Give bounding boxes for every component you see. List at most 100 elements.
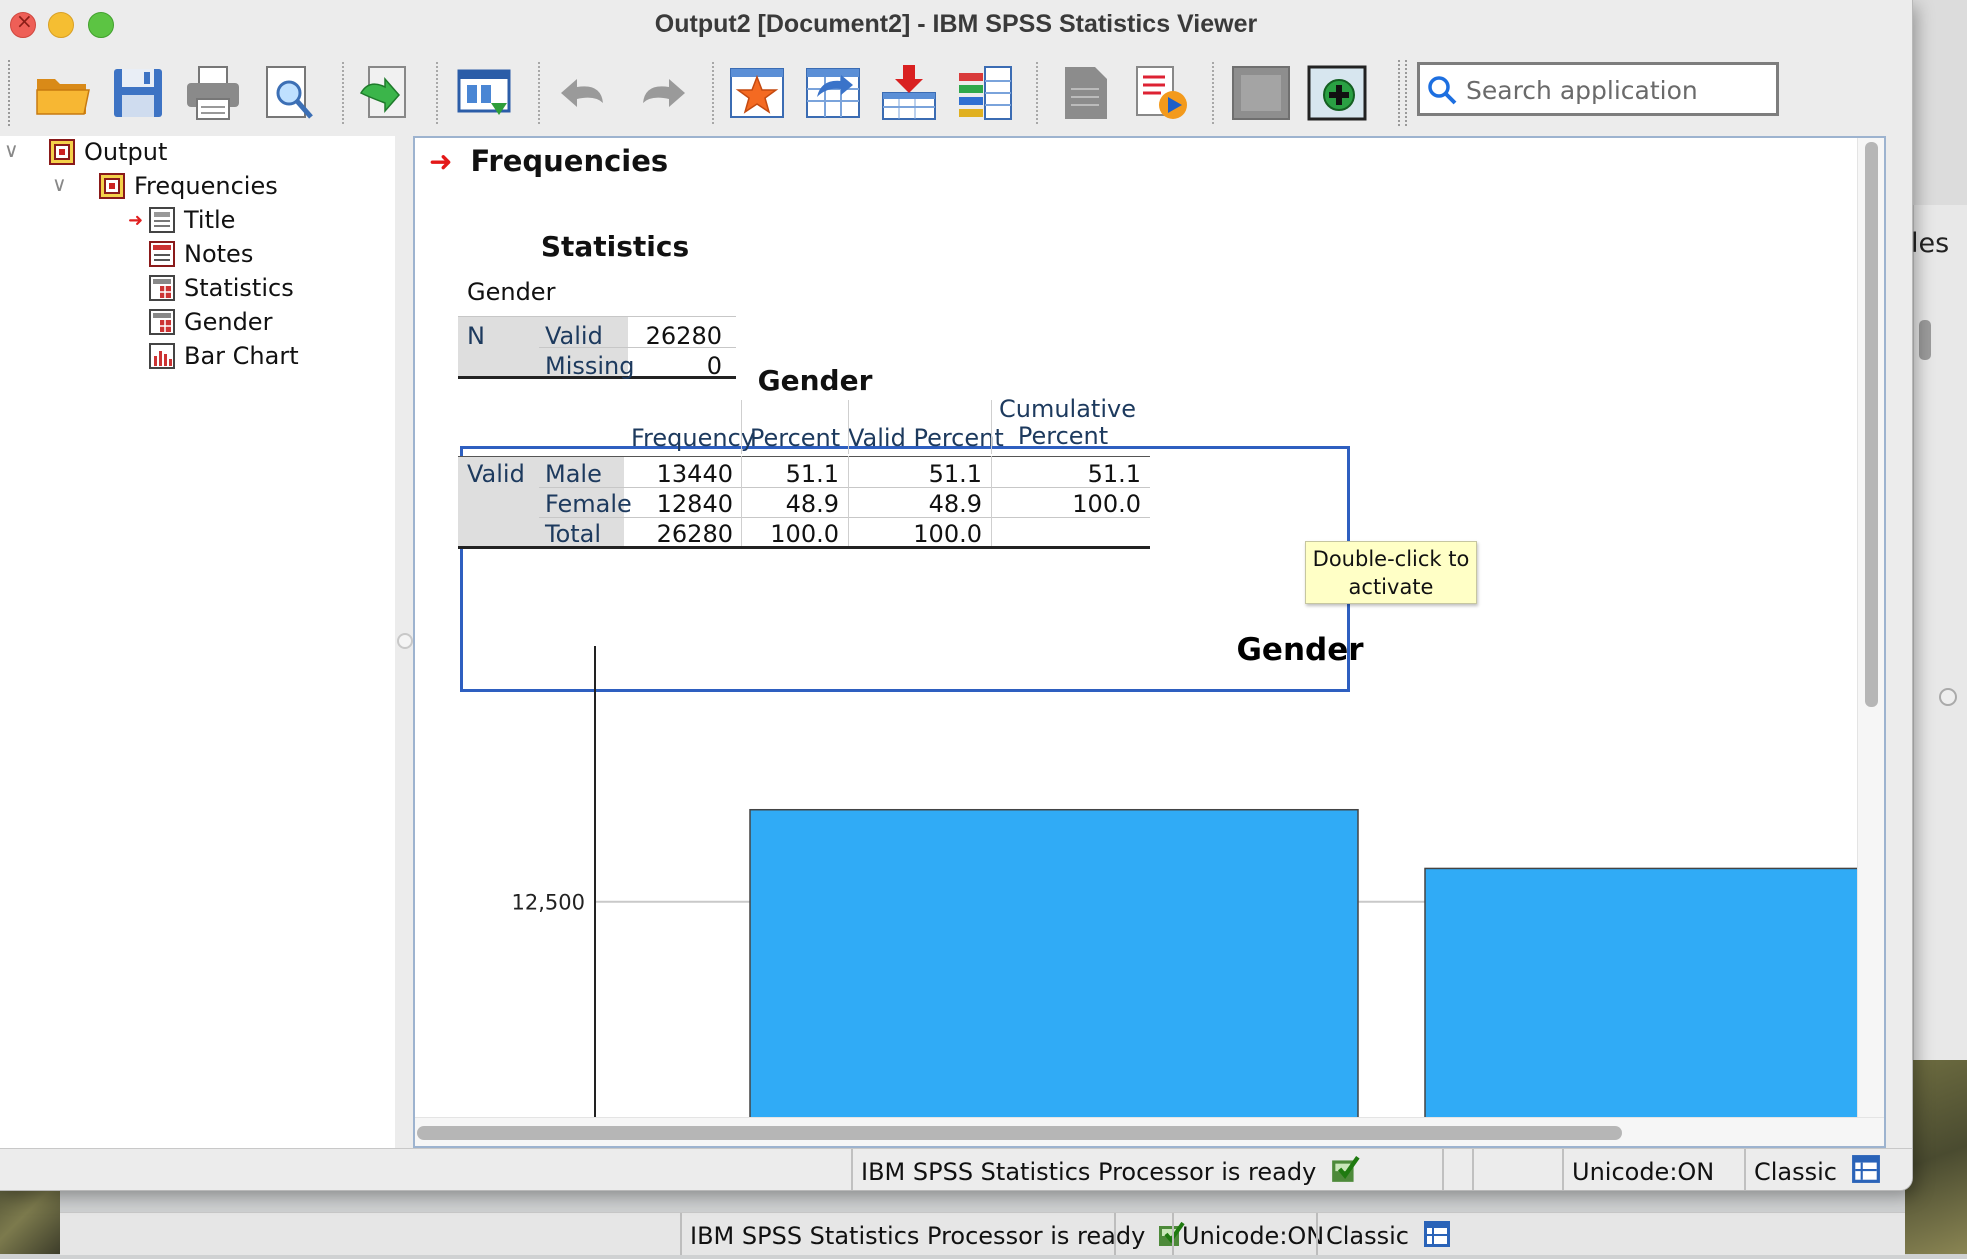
outline-item-statistics[interactable]: Statistics [148, 272, 294, 304]
toolbar-separator [1036, 62, 1038, 124]
y-tick-label: 12,500 [512, 891, 585, 915]
search-icon [1428, 76, 1457, 105]
notes-icon [149, 241, 175, 267]
toolbar-grip [1405, 60, 1410, 126]
show-icon [1307, 65, 1367, 121]
outline-item-label: Frequencies [134, 172, 278, 200]
spss-viewer-window: Output2 [Document2] - IBM SPSS Statistic… [0, 0, 1912, 1190]
background-processor-text: IBM SPSS Statistics Processor is ready [690, 1222, 1146, 1250]
processor-ready-icon [1332, 1155, 1360, 1182]
recall-dialog-button[interactable] [452, 58, 518, 128]
designate-window-button[interactable] [1052, 58, 1118, 128]
outline-item-output[interactable]: Output [48, 136, 167, 168]
splitter-handle[interactable] [397, 633, 413, 649]
selected-arrow-icon: ➜ [128, 210, 144, 231]
background-mode-text: Classic [1326, 1222, 1410, 1250]
background-splitter-dot [1939, 688, 1957, 706]
chart-icon [149, 343, 175, 369]
print-preview-icon [266, 66, 313, 119]
redo-button[interactable] [628, 58, 694, 128]
background-processor-status: IBM SPSS Statistics Processor is ready [680, 1213, 1185, 1255]
background-partial-label: les [1911, 228, 1950, 259]
insert-cases-icon [882, 65, 936, 120]
bar-male [749, 808, 1359, 1118]
run-script-button[interactable] [1128, 58, 1194, 128]
outline-item-label: Statistics [184, 274, 294, 302]
mode-status: Classic [1744, 1149, 1881, 1190]
outline-item-notes[interactable]: Notes [148, 238, 253, 270]
go-to-case-icon [730, 68, 784, 118]
background-status-empty [1114, 1213, 1174, 1255]
expand-chevron-icon[interactable]: ∨ [52, 172, 67, 196]
outline-tree: ∨ Output ∨ Frequencies ➜ Title Notes Sta… [0, 136, 396, 1148]
procedure-log-icon [99, 173, 125, 199]
outline-item-title[interactable]: Title [148, 204, 235, 236]
outline-item-label: Notes [184, 240, 254, 268]
insert-cases-button[interactable] [876, 58, 942, 128]
desktop-wallpaper-right [1905, 1060, 1967, 1254]
horizontal-scroll-thumb[interactable] [417, 1126, 1622, 1140]
toolbar-grip [1398, 60, 1403, 126]
outline-item-label: Title [184, 206, 236, 234]
open-button[interactable] [30, 58, 96, 128]
expand-chevron-icon[interactable]: ∨ [4, 138, 19, 162]
print-icon [187, 66, 239, 120]
undo-icon [561, 79, 603, 107]
outline-item-gender[interactable]: Gender [148, 306, 272, 338]
run-script-icon [1136, 66, 1187, 119]
toolbar-separator [436, 62, 438, 124]
toolbar-separator [538, 62, 540, 124]
undo-button[interactable] [552, 58, 618, 128]
background-unicode-status: Unicode:ON [1172, 1213, 1324, 1255]
save-icon [114, 69, 162, 117]
status-empty-cell [1442, 1149, 1462, 1190]
go-to-variable-button[interactable] [800, 58, 866, 128]
window-title: Output2 [Document2] - IBM SPSS Statistic… [654, 10, 1258, 38]
toolbar-separator [1212, 62, 1214, 124]
table-icon [149, 309, 175, 335]
open-icon [36, 79, 90, 115]
mode-status-text: Classic [1754, 1158, 1838, 1186]
processor-status-text: IBM SPSS Statistics Processor is ready [861, 1158, 1317, 1186]
go-to-case-button[interactable] [724, 58, 790, 128]
redo-icon [643, 79, 685, 107]
print-button[interactable] [180, 58, 246, 128]
outline-item-label: Bar Chart [184, 342, 299, 370]
print-preview-button[interactable] [256, 58, 322, 128]
processor-status: IBM SPSS Statistics Processor is ready [851, 1149, 1360, 1190]
export-button[interactable] [352, 58, 418, 128]
background-scroll-thumb [1919, 320, 1931, 360]
search-box[interactable] [1417, 62, 1779, 116]
hide-button[interactable] [1228, 58, 1294, 128]
outline-item-label: Gender [184, 308, 273, 336]
export-icon [359, 66, 406, 118]
classic-mode-icon [1423, 1221, 1450, 1247]
desktop-wallpaper-left [0, 1190, 60, 1254]
toolbar-separator [712, 62, 714, 124]
background-mode-status: Classic [1316, 1213, 1451, 1255]
hide-icon [1232, 66, 1290, 120]
show-button[interactable] [1304, 58, 1370, 128]
title-bar: Output2 [Document2] - IBM SPSS Statistic… [0, 0, 1912, 54]
search-input[interactable] [1464, 69, 1768, 111]
horizontal-scrollbar[interactable] [415, 1117, 1884, 1146]
background-status-bar: IBM SPSS Statistics Processor is ready U… [60, 1212, 1905, 1255]
status-bar: IBM SPSS Statistics Processor is ready U… [0, 1148, 1912, 1190]
status-empty-cell [1472, 1149, 1562, 1190]
table-icon [149, 275, 175, 301]
gender-bar-chart[interactable]: Gender 12,50010,000 [415, 138, 1859, 1118]
vertical-scrollbar[interactable] [1857, 138, 1884, 1118]
designate-window-icon [1065, 67, 1107, 119]
insert-variable-button[interactable] [952, 58, 1018, 128]
save-button[interactable] [105, 58, 171, 128]
classic-mode-icon [1851, 1155, 1880, 1183]
toolbar-separator [342, 62, 344, 124]
output-content-pane: ➜ Frequencies Statistics Gender N Valid … [413, 136, 1886, 1148]
vertical-scroll-thumb[interactable] [1865, 142, 1878, 707]
toolbar-grip [8, 60, 13, 126]
outline-item-label: Output [84, 138, 168, 166]
go-to-variable-icon [806, 68, 860, 118]
outline-item-frequencies[interactable]: Frequencies [98, 170, 278, 202]
insert-variable-icon [959, 66, 1012, 120]
outline-item-bar-chart[interactable]: Bar Chart [148, 340, 299, 372]
